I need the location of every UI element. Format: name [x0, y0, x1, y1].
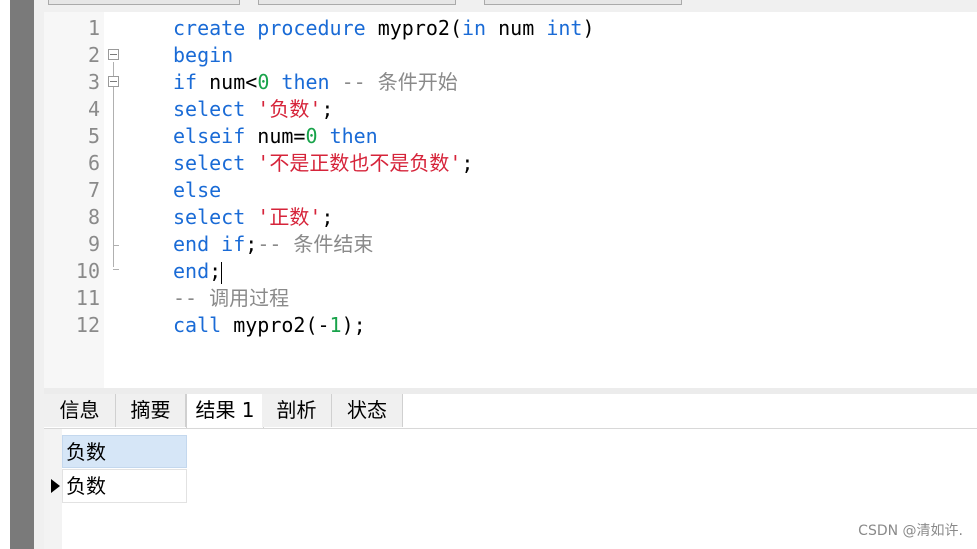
code-token: begin: [173, 43, 234, 67]
code-token: ;: [321, 97, 334, 121]
fold-guide-line: [113, 62, 114, 267]
toolbar-button[interactable]: [484, 0, 682, 5]
code-token: '不是正数也不是负数': [257, 151, 462, 175]
tab-1[interactable]: 摘要: [116, 394, 186, 427]
code-token: mypro2(-: [221, 313, 330, 337]
code-token: select: [173, 151, 246, 175]
code-token: if: [221, 232, 246, 256]
left-panel-edge: [10, 0, 34, 549]
code-token: -- 条件结束: [257, 232, 374, 256]
code-line[interactable]: create procedure mypro2(in num int): [173, 15, 594, 42]
code-token: end: [173, 232, 210, 256]
code-token: select: [173, 97, 246, 121]
code-token: ;: [245, 232, 258, 256]
line-number: 12: [75, 313, 100, 337]
current-row-indicator-icon: [51, 479, 60, 493]
code-token: 0: [257, 70, 270, 94]
column-header[interactable]: 负数: [62, 435, 187, 468]
line-number: 1: [87, 16, 100, 40]
tab-4[interactable]: 状态: [332, 394, 403, 427]
code-line[interactable]: select '负数';: [173, 96, 333, 123]
line-number: 6: [87, 151, 100, 175]
code-line[interactable]: begin: [173, 42, 233, 69]
tab-2[interactable]: 结果 1: [186, 394, 264, 428]
code-token: in: [462, 16, 487, 40]
line-number: 8: [87, 205, 100, 229]
code-token: num=: [245, 124, 306, 148]
code-token: num: [486, 16, 547, 40]
line-number: 9: [87, 232, 100, 256]
code-line[interactable]: elseif num=0 then: [173, 123, 378, 150]
line-number: 2: [87, 43, 100, 67]
line-number-gutter: 1 2 3 4 5 6 7 8 9 10 11 12: [44, 12, 104, 388]
code-token: 0: [305, 124, 318, 148]
fold-collapse-icon[interactable]: [108, 76, 119, 87]
result-grid[interactable]: 负数 负数: [44, 429, 977, 549]
toolbar-button[interactable]: [48, 0, 240, 5]
code-token: 1: [329, 313, 342, 337]
line-number: 4: [87, 97, 100, 121]
code-token: -- 条件开始: [329, 70, 458, 94]
result-tabs: 信息 摘要 结果 1 剖析 状态: [44, 394, 977, 429]
top-toolbar: [44, 0, 977, 12]
table-cell[interactable]: 负数: [62, 469, 187, 503]
code-line[interactable]: -- 调用过程: [173, 285, 289, 312]
code-token: call: [173, 313, 222, 337]
tab-3[interactable]: 剖析: [262, 394, 332, 427]
code-token: if: [173, 70, 198, 94]
code-token: then: [281, 70, 330, 94]
code-token: '正数': [257, 205, 322, 229]
code-line[interactable]: select '正数';: [173, 204, 333, 231]
code-token: end: [173, 259, 210, 283]
code-token: num<: [197, 70, 258, 94]
code-line[interactable]: select '不是正数也不是负数';: [173, 150, 473, 177]
fold-collapse-icon[interactable]: [108, 49, 119, 60]
watermark: CSDN @清如许.: [858, 523, 963, 539]
tab-0[interactable]: 信息: [44, 394, 116, 427]
sql-editor[interactable]: 1 2 3 4 5 6 7 8 9 10 11 12 create procedure mypro2(…: [44, 12, 977, 388]
text-caret: [221, 261, 223, 284]
line-number: 5: [87, 124, 100, 148]
line-number: 10: [75, 259, 100, 283]
code-token: else: [173, 178, 222, 202]
toolbar-button[interactable]: [258, 0, 456, 5]
code-token: ;: [321, 205, 334, 229]
code-token: '负数': [257, 97, 322, 121]
code-token: -- 调用过程: [173, 286, 290, 310]
code-token: int: [546, 16, 583, 40]
code-token: create procedure: [173, 16, 378, 40]
code-line[interactable]: end if;-- 条件结束: [173, 231, 373, 258]
code-token: ): [582, 16, 595, 40]
code-token: ;: [209, 259, 222, 283]
code-line[interactable]: if num<0 then -- 条件开始: [173, 69, 458, 96]
code-line[interactable]: end;: [173, 258, 223, 285]
fold-end-marker: [113, 245, 119, 246]
line-number: 11: [75, 286, 100, 310]
code-token: elseif: [173, 124, 246, 148]
code-token: );: [341, 313, 366, 337]
code-token: then: [329, 124, 378, 148]
left-panel-strip: [34, 0, 44, 549]
code-token: ;: [461, 151, 474, 175]
code-token: select: [173, 205, 246, 229]
code-line[interactable]: call mypro2(-1);: [173, 312, 366, 339]
line-number: 7: [87, 178, 100, 202]
code-token: mypro2(: [377, 16, 462, 40]
fold-end-marker: [113, 269, 119, 270]
line-number: 3: [87, 70, 100, 94]
code-line[interactable]: else: [173, 177, 221, 204]
